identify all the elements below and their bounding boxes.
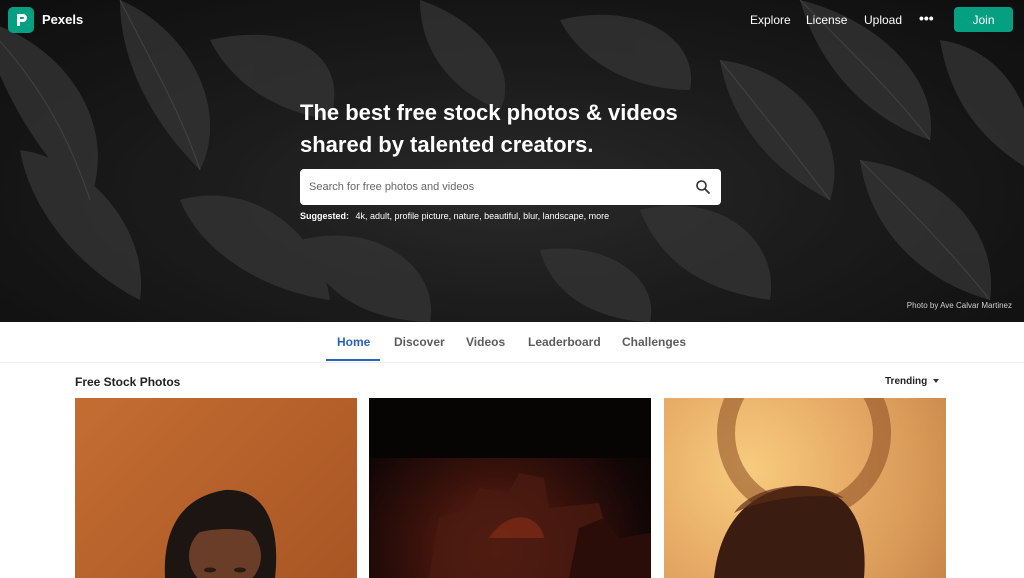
nav-upload-link[interactable]: Upload xyxy=(864,13,902,27)
hero: Pexels Explore License Upload ••• Join T… xyxy=(0,0,1024,322)
hero-overlay xyxy=(0,0,1024,322)
pexels-logo-icon[interactable] xyxy=(8,7,34,33)
photo-card[interactable] xyxy=(75,398,357,578)
chevron-down-icon xyxy=(933,379,940,384)
photo-credit[interactable]: Photo by Ave Calvar Martinez xyxy=(907,301,1012,310)
nav-explore-link[interactable]: Explore xyxy=(750,13,791,27)
feed-title: Free Stock Photos xyxy=(75,375,181,389)
brand-name[interactable]: Pexels xyxy=(42,12,83,27)
sort-dropdown[interactable]: Trending xyxy=(885,376,940,387)
nav-license-link[interactable]: License xyxy=(806,13,847,27)
tab-discover[interactable]: Discover xyxy=(394,335,445,349)
search-input[interactable] xyxy=(309,169,689,205)
photo-portrait-hijab xyxy=(164,489,277,578)
join-button[interactable]: Join xyxy=(954,7,1013,32)
search-bar xyxy=(300,169,721,205)
tab-home[interactable]: Home xyxy=(337,335,370,349)
tab-bar: Home Discover Videos Leaderboard Challen… xyxy=(0,322,1024,363)
sort-label: Trending xyxy=(885,376,928,387)
top-nav: Pexels Explore License Upload ••• Join xyxy=(0,0,1024,40)
hero-headline: The best free stock photos & videos shar… xyxy=(300,97,740,161)
photo-card[interactable] xyxy=(369,398,651,578)
search-icon[interactable] xyxy=(695,179,711,195)
hero-headline-line-2: shared by talented creators. xyxy=(300,132,594,157)
suggested-label: Suggested: xyxy=(300,211,350,221)
photo-card[interactable] xyxy=(664,398,946,578)
photo-silhouette-sun xyxy=(714,398,891,578)
hero-headline-line-1: The best free stock photos & videos xyxy=(300,100,678,125)
more-menu-icon[interactable]: ••• xyxy=(919,10,935,26)
tab-videos[interactable]: Videos xyxy=(466,335,505,349)
suggested-searches: Suggested: 4k, adult, profile picture, n… xyxy=(300,211,609,221)
tab-challenges[interactable]: Challenges xyxy=(622,335,686,349)
active-tab-indicator xyxy=(326,359,380,361)
photo-dark-red-scene xyxy=(369,398,651,578)
tab-leaderboard[interactable]: Leaderboard xyxy=(528,335,601,349)
suggested-terms[interactable]: 4k, adult, profile picture, nature, beau… xyxy=(356,211,610,221)
